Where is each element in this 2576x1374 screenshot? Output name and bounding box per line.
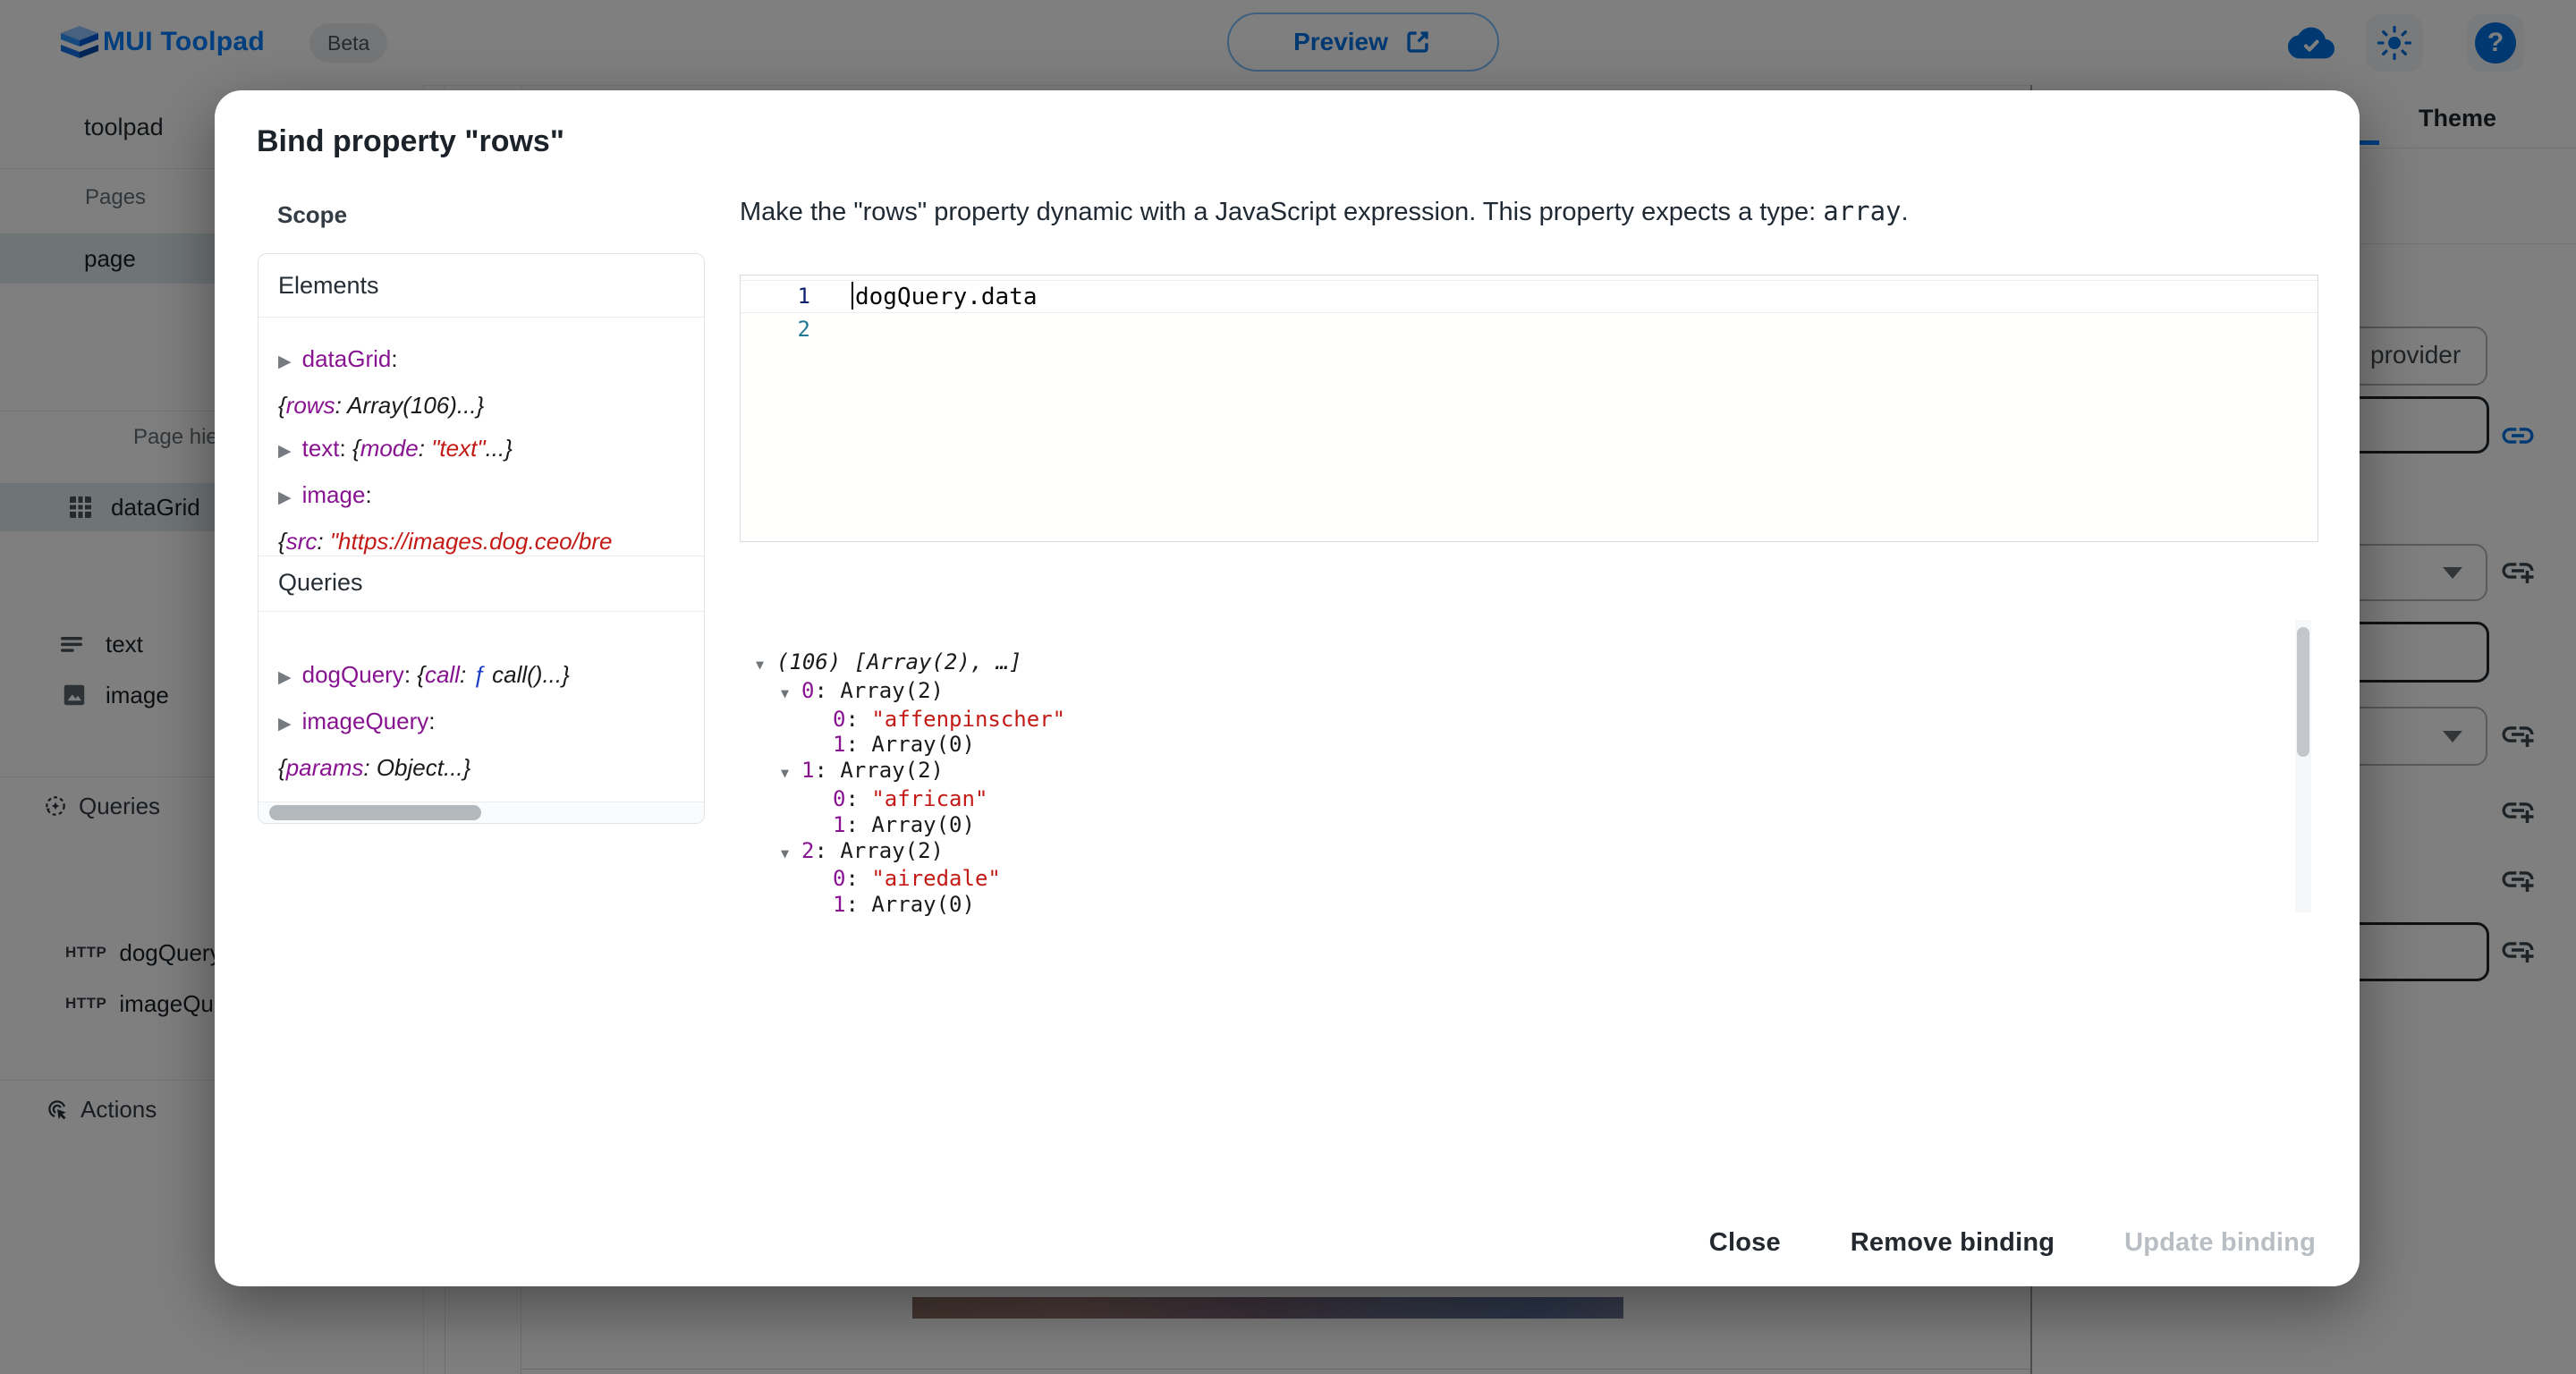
scope-horizontal-scrollbar — [258, 802, 704, 823]
bind-property-dialog: Bind property "rows" Scope Elements ▶dat… — [215, 90, 2360, 1286]
scrollbar-thumb[interactable] — [2297, 627, 2309, 757]
queries-header: Queries — [278, 569, 363, 597]
editor-cursor — [852, 282, 853, 310]
elements-header: Elements — [278, 272, 379, 300]
update-binding-button[interactable]: Update binding — [2112, 1228, 2328, 1258]
scope-panel: Elements ▶dataGrid: {rows: Array(106)...… — [258, 253, 705, 824]
result-json-tree[interactable]: ▼(106) [Array(2), …]▼0: Array(2)0: "affe… — [742, 649, 2281, 918]
remove-binding-button[interactable]: Remove binding — [1838, 1228, 2067, 1258]
scope-queries-tree[interactable]: ▶dogQuery: {call: ƒ call()...}▶imageQuer… — [278, 653, 704, 789]
line-number-1: 1 — [748, 284, 810, 309]
close-button[interactable]: Close — [1697, 1228, 1793, 1258]
dialog-actions: Close Remove binding Update binding — [1697, 1213, 2328, 1272]
editor-code: dogQuery.data — [855, 284, 1038, 310]
scope-elements-tree[interactable]: ▶dataGrid: {rows: Array(106)...}▶text: {… — [278, 337, 704, 563]
dialog-title: Bind property "rows" — [257, 124, 564, 159]
line-number-2: 2 — [748, 317, 810, 342]
scrollbar-thumb[interactable] — [269, 805, 481, 820]
dialog-description: Make the "rows" property dynamic with a … — [740, 196, 1909, 227]
js-expression-editor[interactable]: 1 2 dogQuery.data — [740, 275, 2318, 542]
expected-type: array — [1823, 196, 1901, 226]
scope-label: Scope — [277, 201, 347, 229]
result-vertical-scrollbar — [2295, 620, 2311, 912]
